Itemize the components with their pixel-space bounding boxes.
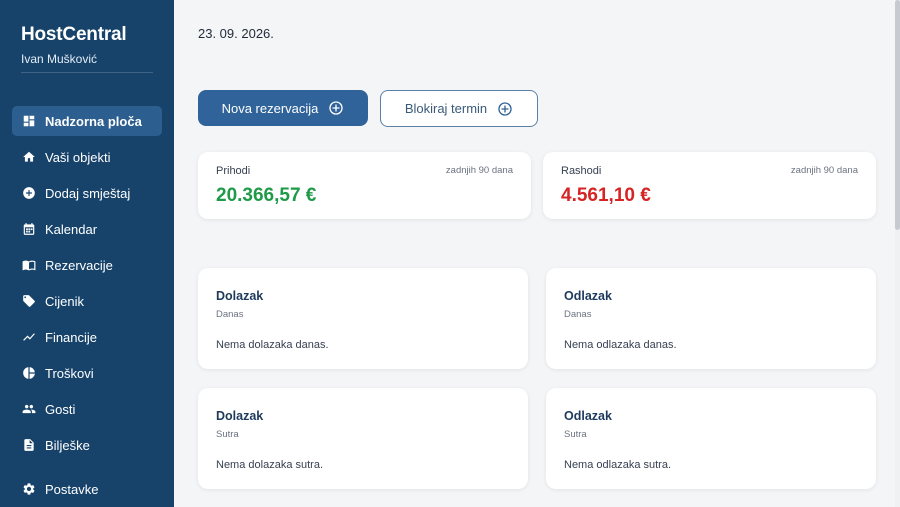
sidebar-item-reservations[interactable]: Rezervacije bbox=[12, 250, 162, 280]
sidebar-item-label: Rezervacije bbox=[45, 257, 113, 273]
income-value: 20.366,57 € bbox=[216, 185, 317, 206]
trending-icon bbox=[22, 330, 36, 344]
income-period: zadnjih 90 dana bbox=[445, 165, 513, 176]
plus-circle-icon bbox=[497, 101, 513, 117]
card-subtitle: Danas bbox=[564, 309, 592, 320]
people-icon bbox=[22, 402, 36, 416]
pie-chart-icon bbox=[22, 366, 36, 380]
button-label: Blokiraj termin bbox=[404, 101, 488, 116]
user-name: Ivan Mušković bbox=[21, 52, 98, 66]
current-date: 23. 09. 2026. bbox=[198, 26, 274, 41]
block-term-button[interactable]: Blokiraj termin bbox=[380, 90, 538, 127]
sidebar-item-label: Vaši objekti bbox=[45, 149, 111, 165]
sidebar-item-guests[interactable]: Gosti bbox=[12, 394, 162, 424]
income-card: Prihodi zadnjih 90 dana 20.366,57 € bbox=[198, 152, 531, 219]
scrollbar-thumb[interactable] bbox=[895, 0, 900, 230]
plus-circle-icon bbox=[328, 100, 344, 116]
sidebar-item-label: Gosti bbox=[45, 401, 76, 417]
sidebar-item-label: Troškovi bbox=[45, 365, 94, 381]
income-label: Prihodi bbox=[216, 165, 251, 177]
sidebar-item-label: Nadzorna ploča bbox=[45, 113, 142, 129]
expenses-label: Rashodi bbox=[561, 165, 602, 177]
tag-icon bbox=[22, 294, 36, 308]
card-subtitle: Sutra bbox=[564, 429, 587, 440]
card-title: Dolazak bbox=[216, 289, 264, 303]
sidebar-item-expenses[interactable]: Troškovi bbox=[12, 358, 162, 388]
book-icon bbox=[22, 258, 36, 272]
card-subtitle: Sutra bbox=[216, 429, 239, 440]
sidebar-bottom: Postavke bbox=[12, 474, 162, 507]
departure-tomorrow-card: Odlazak Sutra Nema odlazaka sutra. bbox=[546, 388, 876, 489]
expenses-value: 4.561,10 € bbox=[561, 185, 651, 206]
sidebar-item-label: Cijenik bbox=[45, 293, 85, 309]
card-title: Odlazak bbox=[564, 409, 612, 423]
sidebar: HostCentral Ivan Mušković Nadzorna ploča… bbox=[0, 0, 174, 507]
add-circle-icon bbox=[22, 186, 36, 200]
sidebar-item-calendar[interactable]: Kalendar bbox=[12, 214, 162, 244]
calendar-icon bbox=[22, 222, 36, 236]
empty-message: Nema dolazaka sutra. bbox=[216, 459, 323, 471]
sidebar-item-settings[interactable]: Postavke bbox=[12, 474, 162, 504]
home-icon bbox=[22, 150, 36, 164]
note-icon bbox=[22, 438, 36, 452]
gear-icon bbox=[22, 482, 36, 496]
empty-message: Nema dolazaka danas. bbox=[216, 339, 329, 351]
sidebar-item-label: Financije bbox=[45, 329, 98, 345]
dashboard-icon bbox=[22, 114, 36, 128]
sidebar-item-pricelist[interactable]: Cijenik bbox=[12, 286, 162, 316]
sidebar-item-notes[interactable]: Bilješke bbox=[12, 430, 162, 460]
sidebar-item-label: Kalendar bbox=[45, 221, 98, 237]
empty-message: Nema odlazaka danas. bbox=[564, 339, 677, 351]
expenses-period: zadnjih 90 dana bbox=[790, 165, 858, 176]
app-logo[interactable]: HostCentral bbox=[21, 24, 127, 46]
sidebar-item-label: Dodaj smještaj bbox=[45, 185, 131, 201]
sidebar-item-add-accommodation[interactable]: Dodaj smještaj bbox=[12, 178, 162, 208]
arrival-tomorrow-card: Dolazak Sutra Nema dolazaka sutra. bbox=[198, 388, 528, 489]
new-reservation-button[interactable]: Nova rezervacija bbox=[198, 90, 368, 126]
divider bbox=[21, 72, 153, 73]
sidebar-item-label: Bilješke bbox=[45, 437, 90, 453]
empty-message: Nema odlazaka sutra. bbox=[564, 459, 671, 471]
expenses-card: Rashodi zadnjih 90 dana 4.561,10 € bbox=[543, 152, 876, 219]
card-subtitle: Danas bbox=[216, 309, 244, 320]
card-title: Dolazak bbox=[216, 409, 264, 423]
sidebar-item-properties[interactable]: Vaši objekti bbox=[12, 142, 162, 172]
arrival-today-card: Dolazak Danas Nema dolazaka danas. bbox=[198, 268, 528, 369]
sidebar-nav: Nadzorna ploča Vaši objekti Dodaj smješt… bbox=[12, 106, 162, 466]
sidebar-item-dashboard[interactable]: Nadzorna ploča bbox=[12, 106, 162, 136]
button-label: Nova rezervacija bbox=[221, 100, 319, 116]
sidebar-item-finances[interactable]: Financije bbox=[12, 322, 162, 352]
departure-today-card: Odlazak Danas Nema odlazaka danas. bbox=[546, 268, 876, 369]
scrollbar[interactable] bbox=[895, 0, 900, 507]
sidebar-item-label: Postavke bbox=[45, 481, 99, 497]
card-title: Odlazak bbox=[564, 289, 612, 303]
